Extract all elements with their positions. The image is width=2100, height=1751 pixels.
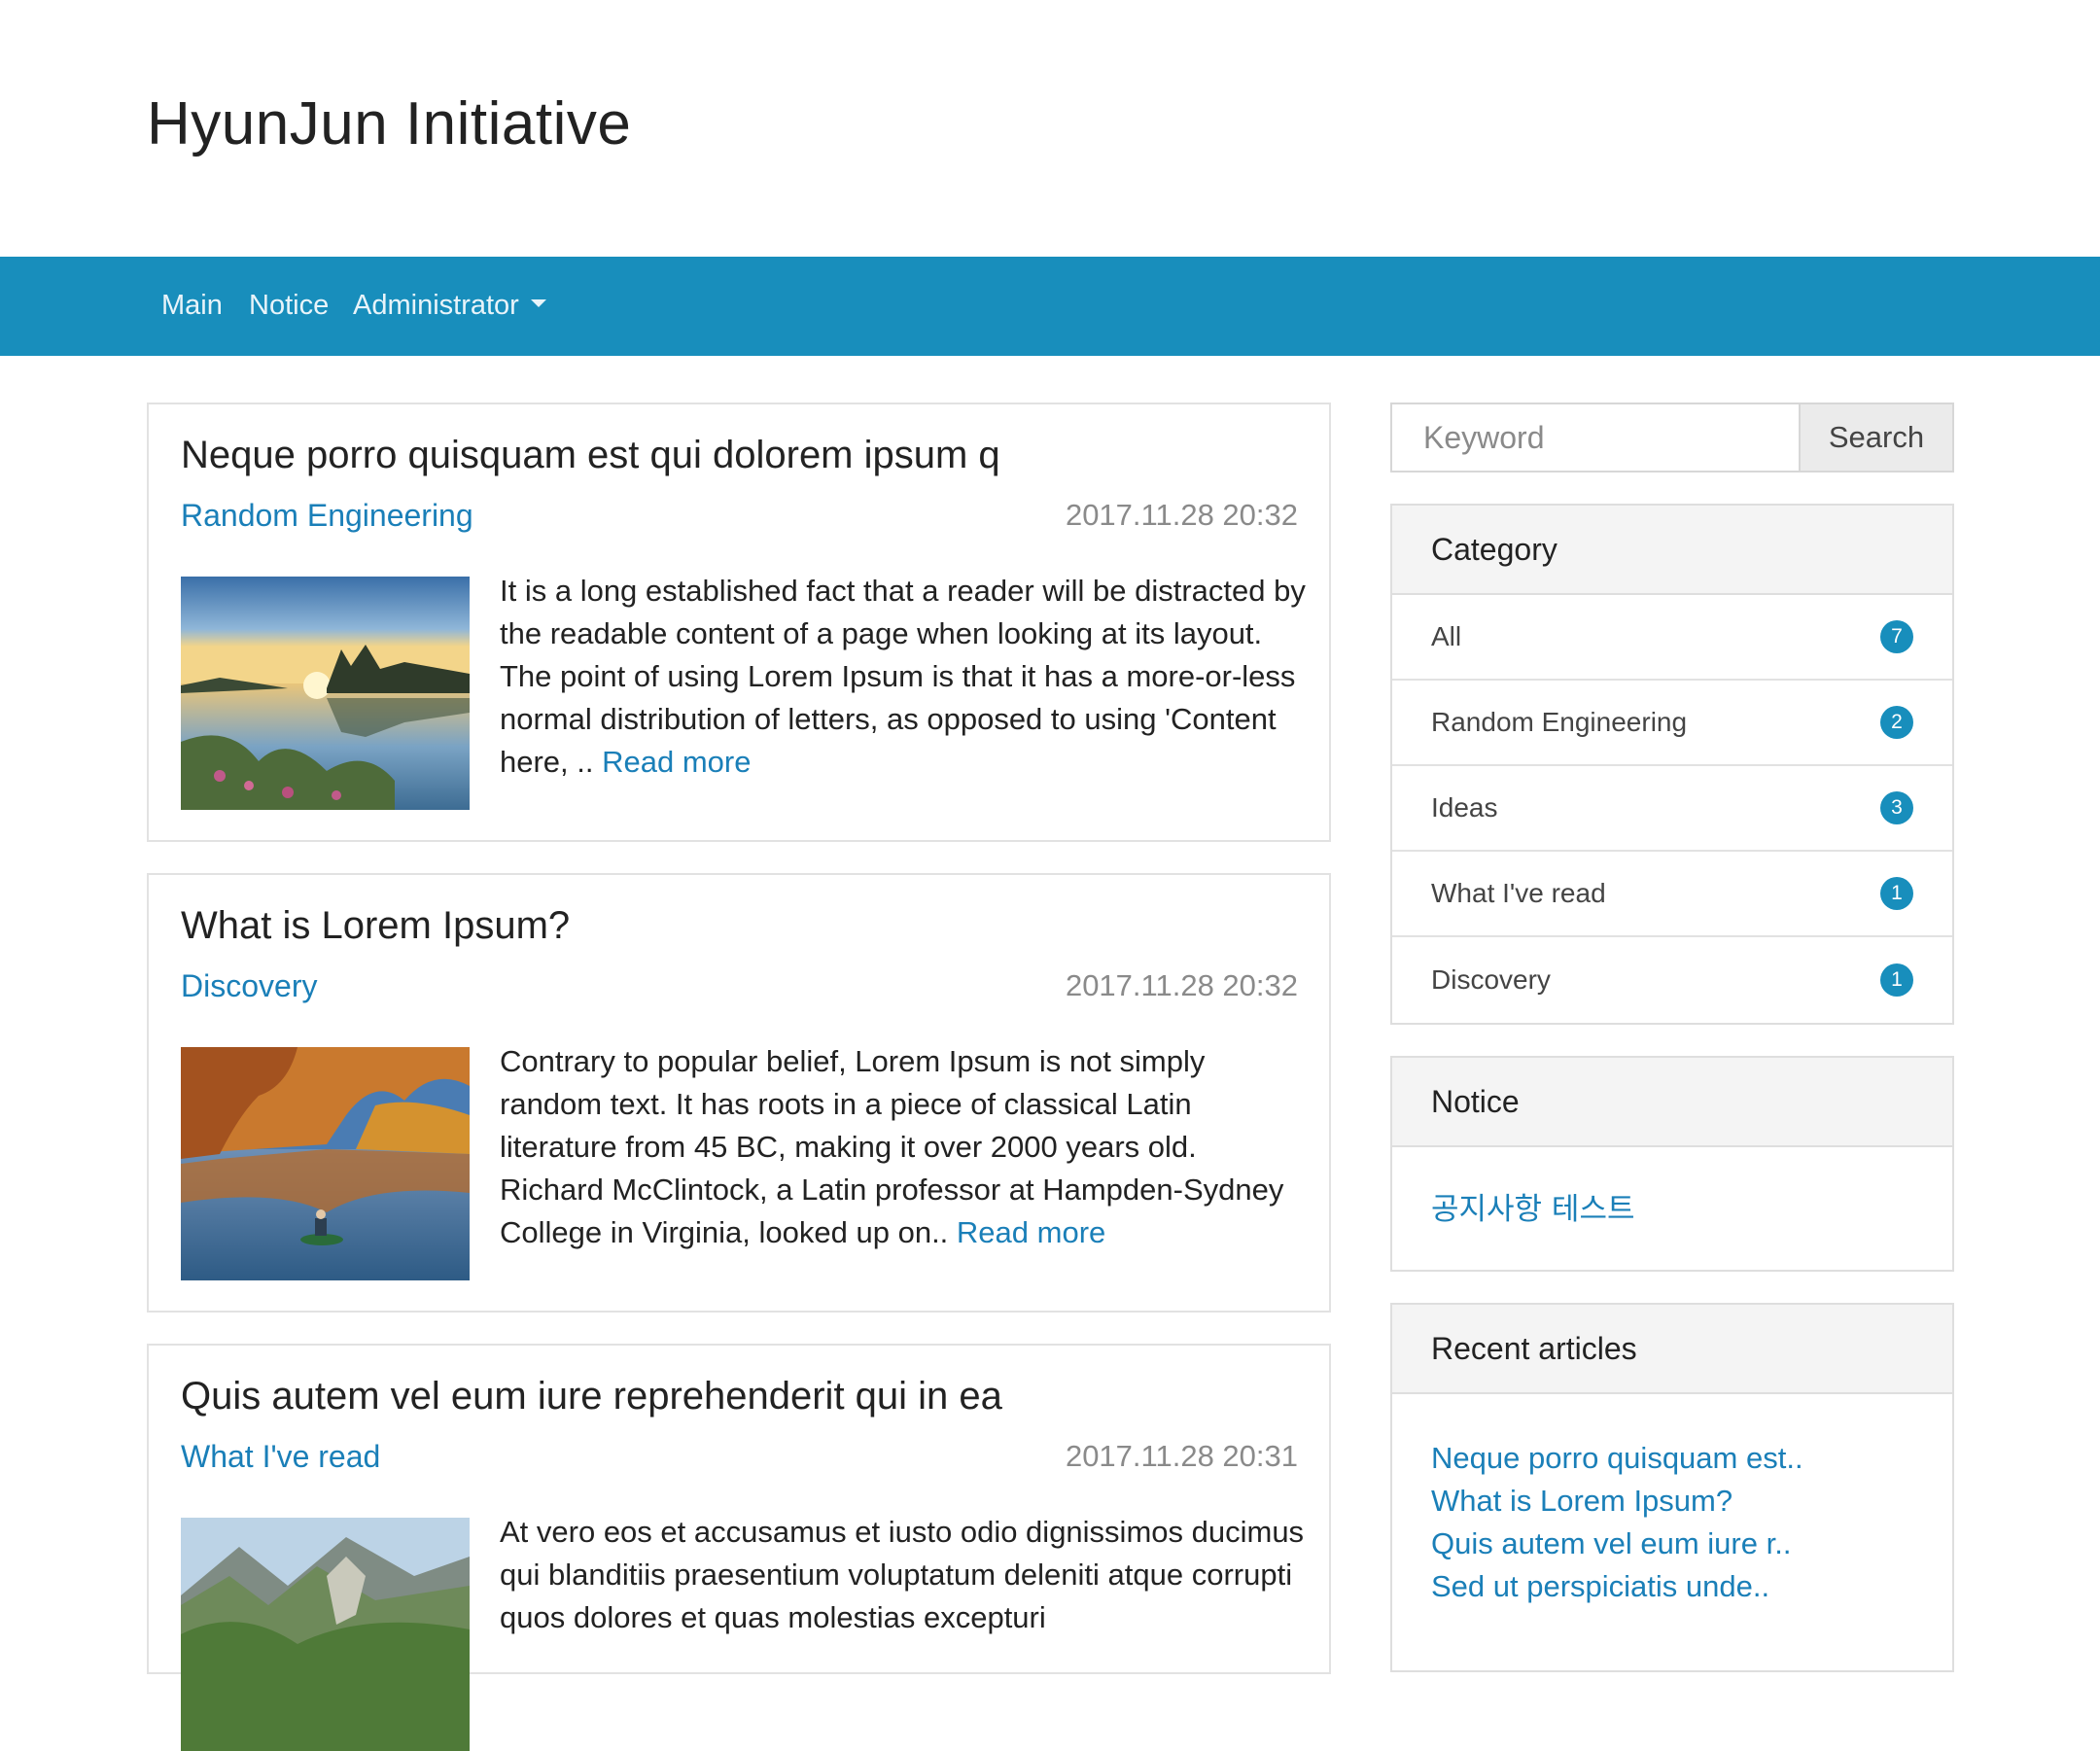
category-item-label: All — [1431, 621, 1462, 651]
count-badge: 7 — [1880, 620, 1913, 653]
count-badge: 1 — [1880, 877, 1913, 910]
count-badge: 2 — [1880, 706, 1913, 739]
category-item-ideas[interactable]: Ideas 3 — [1392, 766, 1952, 852]
post-card: What is Lorem Ipsum? Discovery 2017.11.2… — [147, 873, 1331, 1313]
read-more-link[interactable]: Read more — [957, 1215, 1105, 1249]
site-title[interactable]: HyunJun Initiative — [147, 89, 631, 158]
nav-administrator-label: Administrator — [353, 290, 519, 321]
post-title[interactable]: Neque porro quisquam est qui dolorem ips… — [181, 434, 1000, 477]
category-item-label: Random Engineering — [1431, 707, 1688, 737]
count-badge: 1 — [1880, 963, 1913, 997]
category-item-label: What I've read — [1431, 878, 1606, 908]
count-badge: 3 — [1880, 791, 1913, 824]
category-item-label: Discovery — [1431, 964, 1551, 995]
caret-down-icon — [530, 299, 546, 308]
post-date: 2017.11.28 20:32 — [1065, 968, 1298, 1002]
post-category-link[interactable]: What I've read — [181, 1439, 380, 1475]
category-card: Category All 7 Random Engineering 2 Idea… — [1390, 504, 1954, 1025]
category-item-discovery[interactable]: Discovery 1 — [1392, 937, 1952, 1023]
search-input[interactable] — [1390, 403, 1801, 473]
category-item-label: Ideas — [1431, 792, 1498, 823]
nav-notice-link[interactable]: Notice — [249, 290, 329, 322]
post-title[interactable]: Quis autem vel eum iure reprehenderit qu… — [181, 1375, 1002, 1418]
search-button[interactable]: Search — [1799, 403, 1954, 473]
post-thumbnail-autumn-canoe[interactable] — [181, 1047, 470, 1280]
post-excerpt: At vero eos et accusamus et iusto odio d… — [500, 1511, 1307, 1639]
nav-main-link[interactable]: Main — [161, 290, 223, 322]
post-category-link[interactable]: Discovery — [181, 968, 317, 1004]
recent-article-link[interactable]: Quis autem vel eum iure r.. — [1431, 1523, 1803, 1565]
post-excerpt: Contrary to popular belief, Lorem Ipsum … — [500, 1040, 1307, 1254]
post-excerpt-text: Contrary to popular belief, Lorem Ipsum … — [500, 1044, 1284, 1249]
post-thumbnail-lake-sunrise[interactable] — [181, 577, 470, 810]
recent-article-link[interactable]: What is Lorem Ipsum? — [1431, 1480, 1803, 1523]
recent-articles-list: Neque porro quisquam est.. What is Lorem… — [1431, 1437, 1803, 1608]
recent-articles-header: Recent articles — [1392, 1305, 1952, 1394]
main-navbar: Main Notice Administrator — [0, 257, 2100, 356]
post-category-link[interactable]: Random Engineering — [181, 498, 473, 534]
post-date: 2017.11.28 20:32 — [1065, 498, 1298, 532]
category-header: Category — [1392, 506, 1952, 595]
site-header: HyunJun Initiative — [0, 0, 2100, 257]
post-card: Neque porro quisquam est qui dolorem ips… — [147, 403, 1331, 842]
notice-header: Notice — [1392, 1058, 1952, 1147]
post-thumbnail-mountain-forest[interactable] — [181, 1518, 470, 1751]
search-form: Search — [1390, 403, 1954, 473]
notice-card: Notice 공지사항 테스트 — [1390, 1056, 1954, 1272]
post-excerpt-text: At vero eos et accusamus et iusto odio d… — [500, 1515, 1305, 1634]
post-date: 2017.11.28 20:31 — [1065, 1439, 1298, 1473]
notice-link[interactable]: 공지사항 테스트 — [1431, 1184, 1635, 1228]
category-item-random-engineering[interactable]: Random Engineering 2 — [1392, 681, 1952, 766]
read-more-link[interactable]: Read more — [602, 745, 751, 779]
recent-article-link[interactable]: Neque porro quisquam est.. — [1431, 1437, 1803, 1480]
post-title[interactable]: What is Lorem Ipsum? — [181, 904, 570, 948]
post-card: Quis autem vel eum iure reprehenderit qu… — [147, 1344, 1331, 1751]
nav-administrator-dropdown[interactable]: Administrator — [353, 290, 546, 322]
recent-article-link[interactable]: Sed ut perspiciatis unde.. — [1431, 1565, 1803, 1608]
recent-articles-card: Recent articles Neque porro quisquam est… — [1390, 1303, 1954, 1672]
post-excerpt: It is a long established fact that a rea… — [500, 570, 1307, 784]
category-item-all[interactable]: All 7 — [1392, 595, 1952, 681]
category-item-what-ive-read[interactable]: What I've read 1 — [1392, 852, 1952, 937]
